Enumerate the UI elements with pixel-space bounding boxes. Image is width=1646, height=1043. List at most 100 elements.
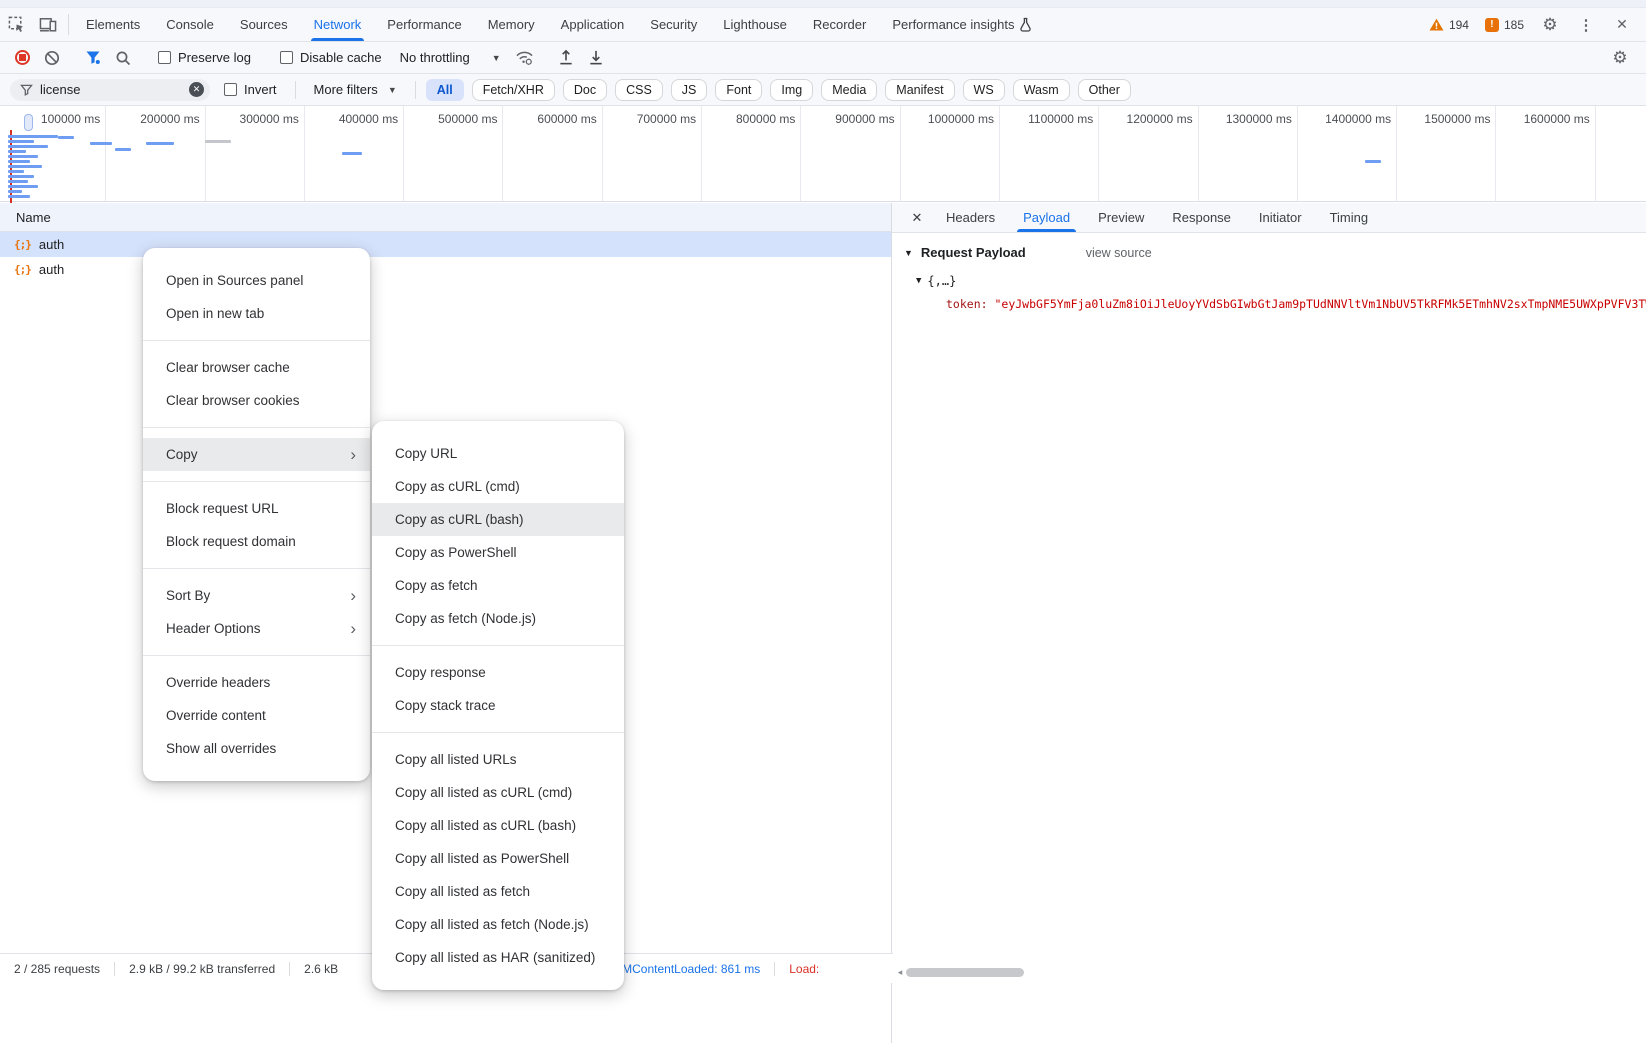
submenu-item[interactable]: Copy all listed as cURL (cmd) [372, 776, 624, 809]
context-menu-item[interactable]: Clear browser cookies [143, 384, 370, 417]
horizontal-scrollbar[interactable]: ◂ [894, 966, 1644, 979]
context-menu-item[interactable]: Clear browser cache [143, 351, 370, 384]
inspect-element-icon[interactable] [0, 8, 32, 41]
detail-tab[interactable]: Preview [1084, 203, 1158, 232]
request-type-chip[interactable]: All [426, 79, 464, 101]
panel-tab[interactable]: Security [637, 8, 710, 41]
request-type-chip[interactable]: Doc [563, 79, 607, 101]
detail-tab[interactable]: Response [1158, 203, 1245, 232]
search-icon[interactable] [109, 45, 137, 71]
submenu-item[interactable]: Copy as fetch (Node.js) [372, 602, 624, 635]
request-type-chip[interactable]: Font [715, 79, 762, 101]
menu-item-label: Copy [166, 447, 198, 462]
context-menu-item[interactable]: Block request URL [143, 492, 370, 525]
panel-tab[interactable]: Memory [475, 8, 548, 41]
context-menu-item[interactable]: Show all overrides [143, 732, 370, 765]
network-overview-timeline[interactable]: 100000 ms 200000 ms 300000 ms 400000 ms … [0, 106, 1646, 202]
console-warnings-badge[interactable]: 194 [1423, 18, 1475, 32]
context-menu-item[interactable]: Open in new tab [143, 297, 370, 330]
scrollbar-track[interactable] [906, 967, 1644, 978]
submenu-item[interactable]: Copy all listed as HAR (sanitized) [372, 941, 624, 974]
request-type-chip[interactable]: Fetch/XHR [472, 79, 555, 101]
close-detail-pane-icon[interactable]: ✕ [902, 203, 932, 232]
panel-tab[interactable]: Recorder [800, 8, 879, 41]
collapse-triangle-icon[interactable]: ▼ [916, 276, 921, 286]
request-type-chip[interactable]: Img [770, 79, 813, 101]
filter-input[interactable]: license ✕ [10, 79, 210, 101]
detail-tab[interactable]: Timing [1316, 203, 1383, 232]
submenu-item[interactable]: Copy all listed as fetch [372, 875, 624, 908]
submenu-item[interactable]: Copy all listed as fetch (Node.js) [372, 908, 624, 941]
throttling-select[interactable]: No throttling ▼ [392, 50, 509, 65]
panel-tab[interactable]: Performance [374, 8, 474, 41]
submenu-item[interactable]: Copy response [372, 656, 624, 689]
record-network-log-button[interactable] [8, 45, 36, 71]
context-menu-item[interactable]: Copy › [143, 438, 370, 471]
submenu-item[interactable]: Copy all listed as PowerShell [372, 842, 624, 875]
submenu-item[interactable]: Copy as fetch [372, 569, 624, 602]
context-menu-item[interactable]: Sort By › [143, 579, 370, 612]
table-row[interactable]: {;} auth [0, 232, 891, 257]
panel-tab[interactable]: Performance insights [879, 8, 1045, 41]
collapse-triangle-icon[interactable]: ▼ [904, 248, 913, 258]
invert-filter-checkbox[interactable]: Invert [216, 82, 285, 97]
request-type-chip[interactable]: Other [1078, 79, 1131, 101]
request-type-chip[interactable]: Wasm [1013, 79, 1070, 101]
context-menu-item[interactable]: Block request domain [143, 525, 370, 558]
more-filters-dropdown[interactable]: More filters ▼ [306, 82, 405, 97]
chip-label: Other [1089, 83, 1120, 97]
request-type-chip[interactable]: JS [671, 79, 708, 101]
network-settings-gear-icon[interactable]: ⚙ [1606, 45, 1634, 71]
waterfall-mark [8, 150, 26, 153]
request-type-chip[interactable]: WS [963, 79, 1005, 101]
context-menu-item[interactable]: Header Options › [143, 612, 370, 645]
device-toolbar-icon[interactable] [32, 8, 64, 41]
network-conditions-icon[interactable] [511, 45, 539, 71]
clear-network-log-button[interactable] [38, 45, 66, 71]
panel-tab[interactable]: Elements [73, 8, 153, 41]
import-har-icon[interactable] [552, 45, 580, 71]
table-row[interactable]: {;} auth [0, 257, 891, 282]
submenu-item[interactable]: Copy as cURL (bash) [372, 503, 624, 536]
detail-tab[interactable]: Initiator [1245, 203, 1316, 232]
panel-tab[interactable]: Sources [227, 8, 301, 41]
menu-item-label: Copy all listed URLs [395, 752, 517, 767]
context-menu-item[interactable]: Override content [143, 699, 370, 732]
token-key: token: [946, 297, 988, 311]
request-type-chip[interactable]: Manifest [885, 79, 954, 101]
export-har-icon[interactable] [582, 45, 610, 71]
preserve-log-checkbox[interactable]: Preserve log [150, 50, 259, 65]
submenu-item[interactable]: Copy URL [372, 437, 624, 470]
submenu-item[interactable]: Copy all listed URLs [372, 743, 624, 776]
filter-toggle-icon[interactable] [79, 45, 107, 71]
kebab-menu-icon[interactable]: ⋮ [1570, 16, 1602, 34]
panel-tab[interactable]: Network [301, 8, 375, 41]
submenu-item[interactable]: Copy stack trace [372, 689, 624, 722]
menu-item-label: Show all overrides [166, 741, 276, 756]
detail-tab[interactable]: Payload [1009, 203, 1084, 232]
menu-item-label: Copy as fetch [395, 578, 478, 593]
context-menu-item[interactable]: Override headers [143, 666, 370, 699]
clear-filter-icon[interactable]: ✕ [189, 82, 204, 97]
submenu-item[interactable]: Copy as PowerShell [372, 536, 624, 569]
request-type-chip[interactable]: Media [821, 79, 877, 101]
submenu-item[interactable]: Copy all listed as cURL (bash) [372, 809, 624, 842]
timeline-range-handle[interactable] [24, 114, 33, 131]
submenu-item[interactable]: Copy as cURL (cmd) [372, 470, 624, 503]
scrollbar-thumb[interactable] [906, 968, 1024, 977]
request-type-chip[interactable]: CSS [615, 79, 663, 101]
panel-tab[interactable]: Console [153, 8, 227, 41]
close-devtools-icon[interactable]: ✕ [1606, 16, 1638, 33]
detail-tab[interactable]: Headers [932, 203, 1009, 232]
panel-tab[interactable]: Lighthouse [710, 8, 800, 41]
scroll-left-arrow-icon[interactable]: ◂ [894, 967, 906, 978]
filter-text-value[interactable]: license [40, 82, 182, 97]
settings-gear-icon[interactable]: ⚙ [1534, 15, 1566, 35]
panel-tab[interactable]: Application [548, 8, 638, 41]
view-source-link[interactable]: view source [1086, 246, 1152, 260]
issues-badge[interactable]: ! 185 [1479, 18, 1530, 32]
panel-tabs: Elements Console Sources Network Perform… [73, 8, 1045, 41]
context-menu-item[interactable]: Open in Sources panel [143, 264, 370, 297]
disable-cache-checkbox[interactable]: Disable cache [272, 50, 390, 65]
name-column-header[interactable]: Name [0, 203, 891, 232]
